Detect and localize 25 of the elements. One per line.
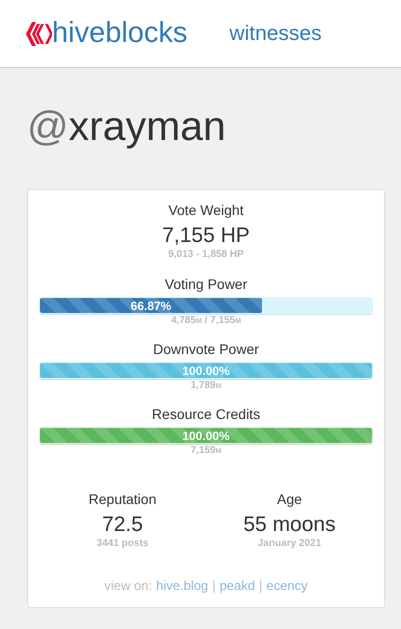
- stat-label: Vote Weight: [168, 202, 244, 219]
- percent-text: 100.00%: [182, 428, 230, 442]
- separator: |: [258, 578, 262, 593]
- stat-label: Age: [277, 491, 302, 508]
- stat-value: 7,155 HP: [162, 223, 250, 249]
- separator: |: [212, 578, 216, 593]
- meter-label: Resource Credits: [152, 406, 260, 423]
- stat-detail: January 2021: [258, 538, 322, 550]
- view-on-label: view on:: [104, 578, 152, 593]
- stat-detail: 9,013 - 1,858 HP: [168, 249, 244, 261]
- brand-link[interactable]: hiveblocks: [52, 17, 188, 50]
- stat-detail: 3441 posts: [96, 538, 148, 550]
- logo-icon: [26, 22, 52, 46]
- meter-label: Voting Power: [164, 276, 248, 293]
- stat-label: Reputation: [88, 491, 156, 508]
- stat-value: 55 moons: [243, 512, 336, 538]
- stat-value: 72.5: [102, 512, 143, 538]
- nav-link[interactable]: witnesses: [229, 22, 322, 46]
- site-link[interactable]: ecency: [266, 578, 308, 593]
- account-name: @xrayman: [27, 102, 226, 150]
- site-link[interactable]: peakd: [220, 578, 255, 593]
- percent-text: 100.00%: [182, 364, 230, 378]
- meter-label: Downvote Power: [153, 341, 259, 358]
- percent-text: 66.87%: [130, 298, 172, 312]
- site-link[interactable]: hive.blog: [156, 578, 208, 593]
